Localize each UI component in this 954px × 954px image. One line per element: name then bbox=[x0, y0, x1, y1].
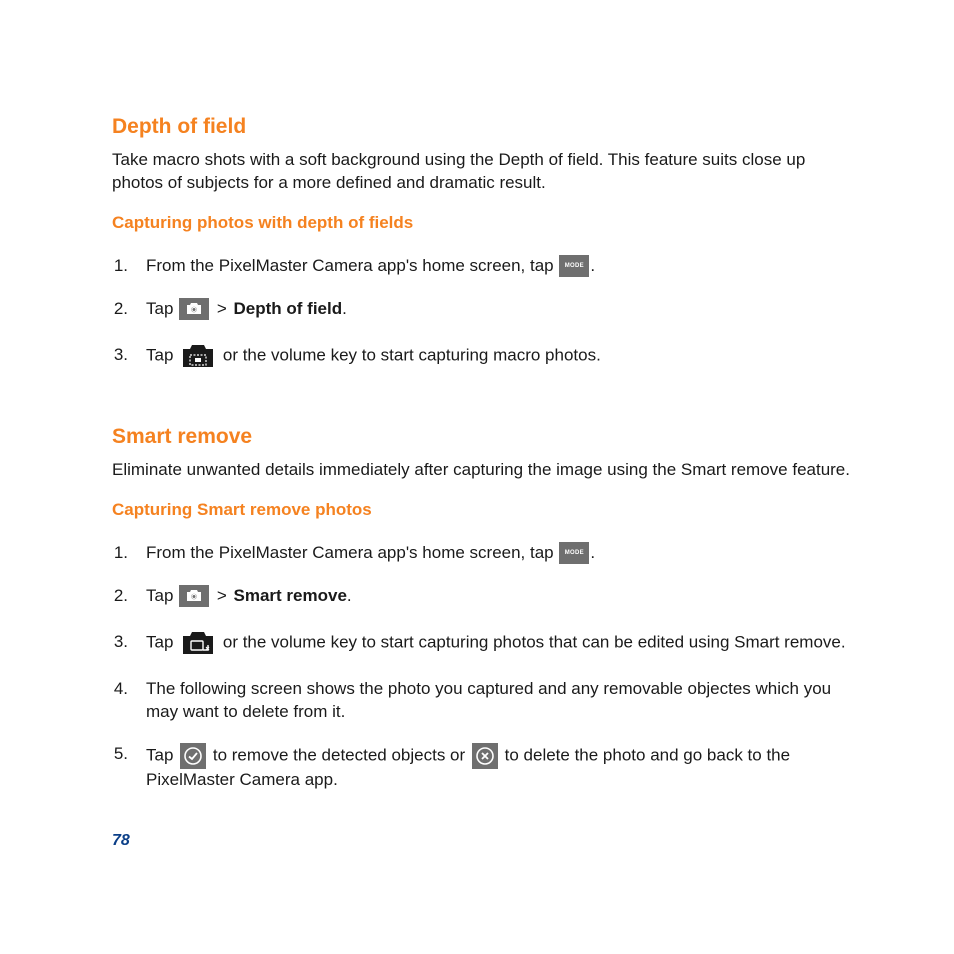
step-number: 3. bbox=[112, 631, 128, 654]
step-text: Tap bbox=[146, 632, 178, 651]
step-number: 1. bbox=[112, 255, 128, 278]
mode-icon: MODE bbox=[559, 255, 589, 277]
capture-sr-icon bbox=[180, 628, 216, 658]
steps-sr: 1. From the PixelMaster Camera app's hom… bbox=[112, 542, 854, 793]
heading-smart-remove: Smart remove bbox=[112, 425, 854, 449]
document-page: Depth of field Take macro shots with a s… bbox=[0, 0, 954, 858]
step-content: From the PixelMaster Camera app's home s… bbox=[146, 255, 854, 278]
intro-depth-of-field: Take macro shots with a soft background … bbox=[112, 149, 854, 195]
step-sr-3: 3. Tap or the volume key to start captur… bbox=[112, 628, 854, 658]
subheading-capturing-sr: Capturing Smart remove photos bbox=[112, 500, 854, 520]
step-text: . bbox=[347, 586, 352, 605]
step-sr-4: 4. The following screen shows the photo … bbox=[112, 678, 854, 724]
heading-depth-of-field: Depth of field bbox=[112, 115, 854, 139]
subheading-capturing-dof: Capturing photos with depth of fields bbox=[112, 213, 854, 233]
step-text: > bbox=[210, 586, 233, 605]
step-text: or the volume key to start capturing pho… bbox=[218, 632, 845, 651]
step-sr-2: 2. Tap > Smart remove. bbox=[112, 585, 854, 608]
step-content: Tap > Depth of field. bbox=[146, 298, 854, 321]
step-text-bold: Depth of field bbox=[234, 299, 343, 318]
step-text: to remove the detected objects or bbox=[208, 746, 470, 765]
step-number: 3. bbox=[112, 344, 128, 367]
step-content: From the PixelMaster Camera app's home s… bbox=[146, 542, 854, 565]
step-content: Tap > Smart remove. bbox=[146, 585, 854, 608]
step-content: Tap or the volume key to start capturing… bbox=[146, 341, 854, 371]
step-dof-2: 2. Tap > Depth of field. bbox=[112, 298, 854, 321]
step-content: The following screen shows the photo you… bbox=[146, 678, 854, 724]
step-content: Tap or the volume key to start capturing… bbox=[146, 628, 854, 658]
camera-mode-icon bbox=[179, 585, 209, 607]
step-text: From the PixelMaster Camera app's home s… bbox=[146, 256, 558, 275]
step-text-bold: Smart remove bbox=[234, 586, 347, 605]
step-sr-5: 5. Tap to remove the detected objects or… bbox=[112, 743, 854, 792]
page-number: 78 bbox=[112, 832, 130, 850]
step-number: 4. bbox=[112, 678, 128, 701]
confirm-icon bbox=[180, 743, 206, 769]
steps-dof: 1. From the PixelMaster Camera app's hom… bbox=[112, 255, 854, 371]
step-number: 2. bbox=[112, 298, 128, 321]
step-number: 1. bbox=[112, 542, 128, 565]
step-number: 5. bbox=[112, 743, 128, 766]
step-number: 2. bbox=[112, 585, 128, 608]
intro-smart-remove: Eliminate unwanted details immediately a… bbox=[112, 459, 854, 482]
step-text: Tap bbox=[146, 746, 178, 765]
step-text: . bbox=[590, 543, 595, 562]
step-dof-3: 3. Tap or the volume key to start captur… bbox=[112, 341, 854, 371]
step-text: or the volume key to start capturing mac… bbox=[218, 345, 601, 364]
step-text: Tap bbox=[146, 586, 178, 605]
step-text: . bbox=[342, 299, 347, 318]
step-text: > bbox=[210, 299, 233, 318]
camera-mode-icon bbox=[179, 298, 209, 320]
mode-icon: MODE bbox=[559, 542, 589, 564]
step-content: Tap to remove the detected objects or to… bbox=[146, 743, 854, 792]
step-text: Tap bbox=[146, 345, 178, 364]
section-smart-remove: Smart remove Eliminate unwanted details … bbox=[112, 425, 854, 793]
cancel-icon bbox=[472, 743, 498, 769]
step-sr-1: 1. From the PixelMaster Camera app's hom… bbox=[112, 542, 854, 565]
step-dof-1: 1. From the PixelMaster Camera app's hom… bbox=[112, 255, 854, 278]
step-text: Tap bbox=[146, 299, 178, 318]
step-text: From the PixelMaster Camera app's home s… bbox=[146, 543, 558, 562]
capture-dof-icon bbox=[180, 341, 216, 371]
step-text: . bbox=[590, 256, 595, 275]
